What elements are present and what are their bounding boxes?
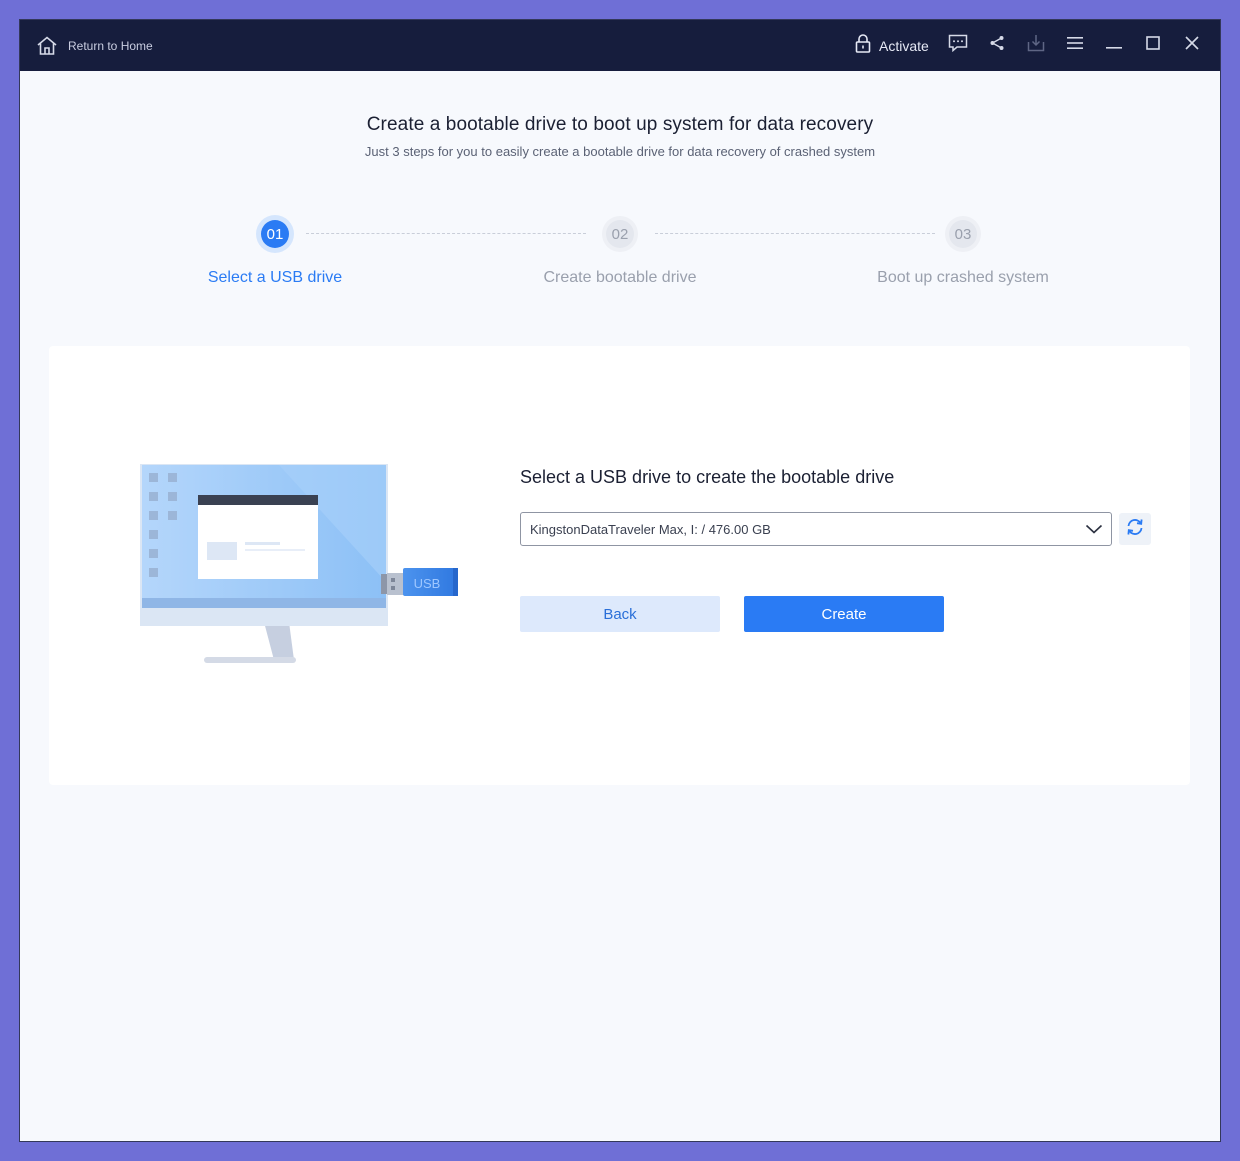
return-home-label: Return to Home <box>68 38 153 53</box>
page-subtitle: Just 3 steps for you to easily create a … <box>364 144 876 159</box>
activate-label: Activate <box>879 37 929 54</box>
usb-drive-selected-value: KingstonDataTraveler Max, I: / 476.00 GB <box>530 521 771 537</box>
close-button[interactable] <box>1181 20 1203 71</box>
activate-button[interactable]: Activate <box>855 20 935 71</box>
main-panel: USB Select a USB drive to create the boo… <box>49 346 1190 785</box>
minimize-button[interactable] <box>1103 20 1125 71</box>
step-2-number: 02 <box>606 220 634 248</box>
page-header: Create a bootable drive to boot up syste… <box>20 114 1220 159</box>
create-button[interactable]: Create <box>744 596 944 632</box>
computer-usb-illustration: USB <box>139 462 469 677</box>
page-title: Create a bootable drive to boot up syste… <box>366 114 874 135</box>
feedback-icon <box>948 34 968 57</box>
maximize-button[interactable] <box>1142 20 1164 71</box>
step-2-label: Create bootable drive <box>543 269 697 286</box>
refresh-icon <box>1125 517 1145 542</box>
close-icon <box>1185 36 1199 55</box>
minimize-icon <box>1106 37 1122 55</box>
app-window: Return to Home Activate Create a bootabl… <box>20 20 1220 1141</box>
step-1-number: 01 <box>261 220 289 248</box>
step-3-number: 03 <box>949 220 977 248</box>
return-home-button[interactable]: Return to Home <box>36 20 153 71</box>
menu-icon <box>1067 36 1083 55</box>
lock-icon <box>855 33 871 58</box>
step-3: 03 Boot up crashed system <box>833 220 1093 287</box>
section-title: Select a USB drive to create the bootabl… <box>520 467 895 487</box>
step-1: 01 Select a USB drive <box>145 220 405 287</box>
refresh-button[interactable] <box>1119 513 1151 545</box>
usb-drive-dropdown[interactable]: KingstonDataTraveler Max, I: / 476.00 GB <box>520 512 1112 546</box>
title-bar: Return to Home Activate <box>20 20 1220 71</box>
step-1-label: Select a USB drive <box>207 269 343 286</box>
step-3-label: Boot up crashed system <box>877 269 1049 286</box>
maximize-icon <box>1146 36 1160 55</box>
back-button[interactable]: Back <box>520 596 720 632</box>
home-icon <box>36 35 58 56</box>
download-button[interactable] <box>1026 20 1046 71</box>
share-button[interactable] <box>987 20 1007 71</box>
usb-label: USB <box>414 576 441 591</box>
chevron-down-icon <box>1085 523 1111 535</box>
share-icon <box>989 35 1005 56</box>
menu-button[interactable] <box>1065 20 1085 71</box>
step-2: 02 Create bootable drive <box>490 220 750 287</box>
feedback-button[interactable] <box>947 20 969 71</box>
download-icon <box>1027 34 1045 57</box>
